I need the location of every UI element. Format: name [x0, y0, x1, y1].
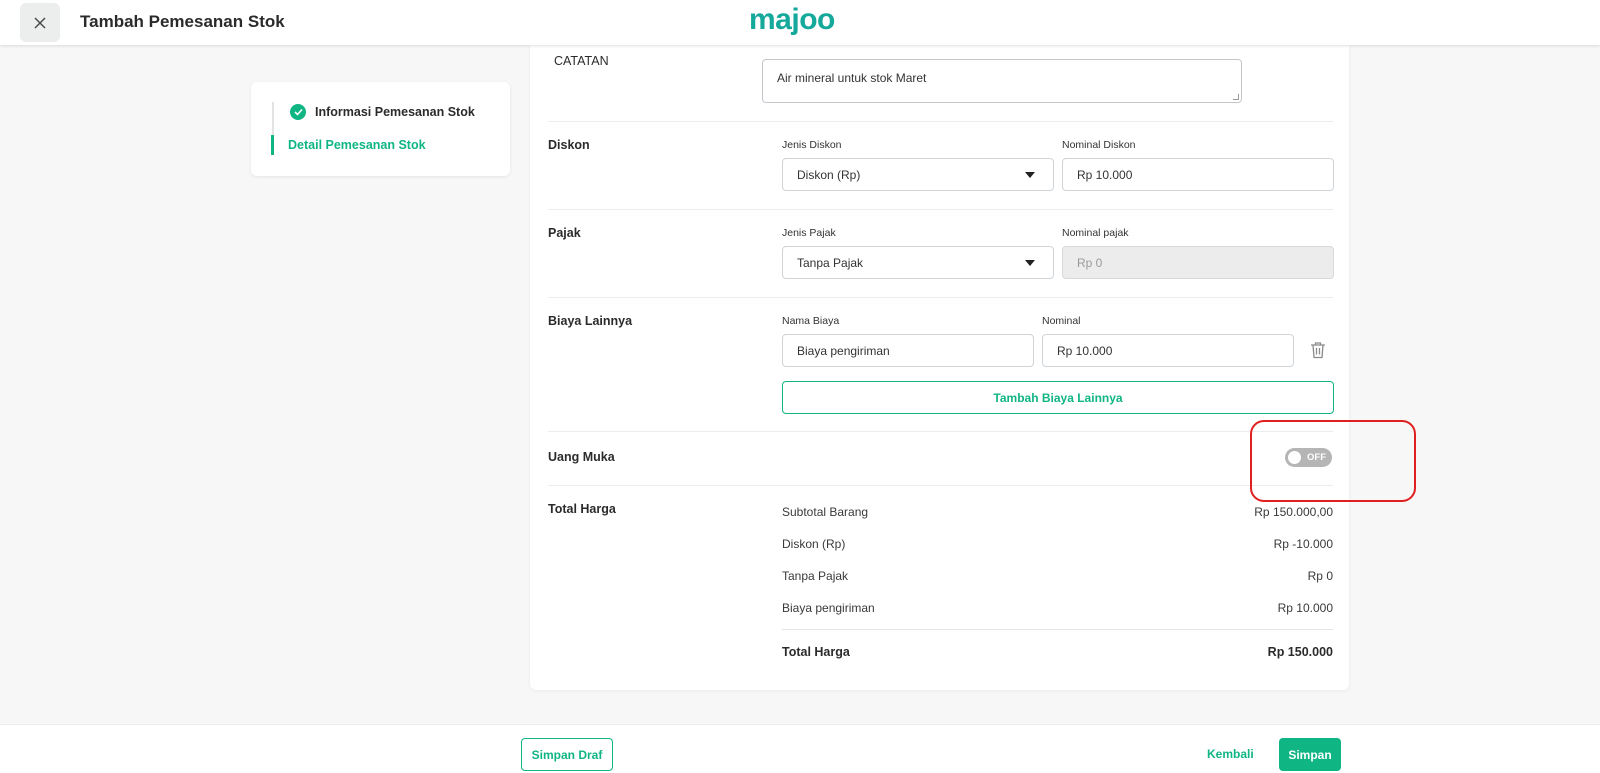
page-title: Tambah Pemesanan Stok	[80, 12, 285, 31]
top-bar: Tambah Pemesanan Stok majoo	[0, 0, 1600, 45]
jenis-pajak-value: Tanpa Pajak	[797, 255, 864, 270]
total-harga-section-label: Total Harga	[548, 502, 616, 516]
nama-biaya-value: Biaya pengiriman	[797, 343, 890, 358]
summary-row-label: Tanpa Pajak	[782, 569, 849, 583]
stepper-panel: Informasi Pemesanan Stok Detail Pemesana…	[251, 82, 510, 176]
summary-divider	[782, 629, 1333, 630]
catatan-value: Air mineral untuk stok Maret	[777, 71, 927, 85]
jenis-diskon-value: Diskon (Rp)	[797, 167, 861, 182]
back-button[interactable]: Kembali	[1207, 747, 1254, 761]
grand-total-value: Rp 150.000	[1267, 645, 1333, 659]
jenis-pajak-select[interactable]: Tanpa Pajak	[782, 246, 1054, 279]
summary-row-value: Rp 10.000	[1277, 601, 1333, 615]
caret-down-icon	[1025, 172, 1035, 178]
trash-icon[interactable]	[1310, 341, 1326, 364]
footer-bar: Simpan Draf Kembali Simpan	[0, 724, 1600, 773]
detail-form-card: CATATAN Air mineral untuk stok Maret Dis…	[530, 45, 1349, 690]
step-informasi[interactable]: Informasi Pemesanan Stok	[290, 104, 475, 120]
biaya-lainnya-label: Biaya Lainnya	[548, 314, 633, 328]
summary-row-value: Rp -10.000	[1273, 537, 1333, 551]
pajak-label: Pajak	[548, 226, 581, 240]
nominal-diskon-input[interactable]: Rp 10.000	[1062, 158, 1334, 191]
check-circle-icon	[290, 104, 306, 120]
nama-biaya-label: Nama Biaya	[782, 315, 840, 327]
summary-row: Diskon (Rp) Rp -10.000	[782, 537, 1333, 551]
add-other-fee-button[interactable]: Tambah Biaya Lainnya	[782, 381, 1334, 414]
nominal-pajak-value: Rp 0	[1077, 255, 1103, 270]
close-icon	[34, 17, 46, 28]
save-button[interactable]: Simpan	[1279, 738, 1341, 771]
divider	[548, 209, 1333, 210]
jenis-diskon-select[interactable]: Diskon (Rp)	[782, 158, 1054, 191]
nama-biaya-input[interactable]: Biaya pengiriman	[782, 334, 1034, 367]
caret-down-icon	[1025, 260, 1035, 266]
summary-row: Subtotal Barang Rp 150.000,00	[782, 505, 1333, 519]
resize-handle[interactable]	[1233, 94, 1239, 100]
divider	[548, 297, 1333, 298]
summary-row: Biaya pengiriman Rp 10.000	[782, 601, 1333, 615]
diskon-label: Diskon	[548, 138, 590, 152]
nominal-pajak-input: Rp 0	[1062, 246, 1334, 279]
summary-row: Tanpa Pajak Rp 0	[782, 569, 1333, 583]
nominal-biaya-value: Rp 10.000	[1057, 343, 1113, 358]
step-detail[interactable]: Detail Pemesanan Stok	[288, 138, 426, 152]
nominal-biaya-input[interactable]: Rp 10.000	[1042, 334, 1294, 367]
divider	[548, 121, 1333, 122]
save-draft-button[interactable]: Simpan Draf	[521, 738, 613, 771]
summary-row-label: Subtotal Barang	[782, 505, 869, 519]
active-step-indicator	[271, 135, 274, 155]
nominal-biaya-label: Nominal	[1042, 315, 1081, 327]
jenis-pajak-label: Jenis Pajak	[782, 227, 836, 239]
jenis-diskon-label: Jenis Diskon	[782, 139, 842, 151]
summary-row-label: Diskon (Rp)	[782, 537, 846, 551]
summary-row-value: Rp 150.000,00	[1254, 505, 1333, 519]
close-button[interactable]	[20, 3, 60, 42]
grand-total-row: Total Harga Rp 150.000	[782, 645, 1333, 659]
nominal-diskon-label: Nominal Diskon	[1062, 139, 1136, 151]
step-informasi-label: Informasi Pemesanan Stok	[315, 105, 475, 119]
catatan-textarea[interactable]: Air mineral untuk stok Maret	[762, 59, 1242, 103]
grand-total-label: Total Harga	[782, 645, 850, 659]
divider	[548, 431, 1333, 432]
divider	[548, 485, 1333, 486]
summary-row-label: Biaya pengiriman	[782, 601, 875, 615]
uang-muka-label: Uang Muka	[548, 450, 615, 464]
nominal-pajak-label: Nominal pajak	[1062, 227, 1129, 239]
summary-row-value: Rp 0	[1307, 569, 1333, 583]
catatan-label: CATATAN	[554, 54, 609, 68]
nominal-diskon-value: Rp 10.000	[1077, 167, 1133, 182]
highlight-annotation	[1250, 420, 1416, 502]
majoo-logo: majoo	[749, 3, 835, 36]
